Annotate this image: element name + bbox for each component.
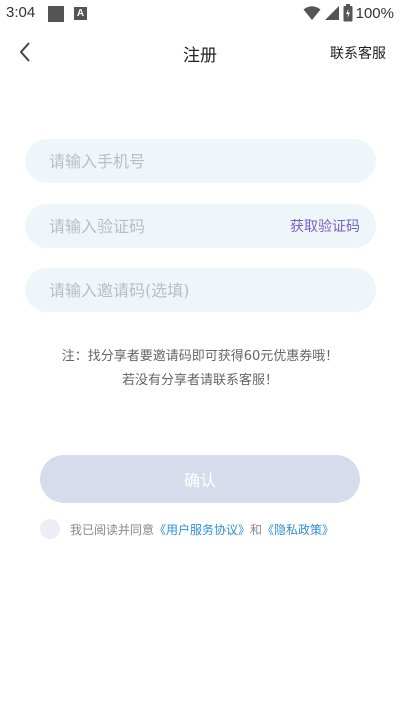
agree-checkbox[interactable] [40,519,60,539]
phone-field [25,139,376,183]
agreement-conjunction: 和 [250,522,263,537]
app-notification-icon: A [74,7,87,20]
status-time: 3:04 [6,4,36,21]
header: 注册 联系客服 [0,32,400,72]
invite-code-input[interactable] [49,268,359,312]
invite-note-line2: 若没有分享者请联系客服！ [121,373,278,388]
invite-field [25,268,376,312]
status-bar: 3:04 A 100% [0,0,400,28]
privacy-policy-link[interactable]: 《隐私政策》 [262,521,334,538]
user-agreement-link[interactable]: 《用户服务协议》 [154,521,250,538]
get-code-button[interactable]: 获取验证码 [290,216,360,236]
confirm-button[interactable]: 确认 [40,455,360,503]
contact-support-link[interactable]: 联系客服 [330,43,386,63]
wifi-icon [303,6,321,20]
agreement-row: 我已阅读并同意 《用户服务协议》 和 《隐私政策》 [40,518,334,540]
signal-icon [324,6,339,20]
battery-percent: 100% [355,4,394,22]
battery-icon [343,4,353,22]
verification-code-input[interactable] [49,204,289,248]
invite-note-line1: 注：找分享者要邀请码即可获得60元优惠券哦！ [61,349,339,364]
status-indicators: 100% [303,3,394,23]
code-field: 获取验证码 [25,204,376,248]
phone-input[interactable] [49,139,289,183]
agreement-prefix: 我已阅读并同意 [70,522,155,537]
notification-icon [48,6,64,22]
